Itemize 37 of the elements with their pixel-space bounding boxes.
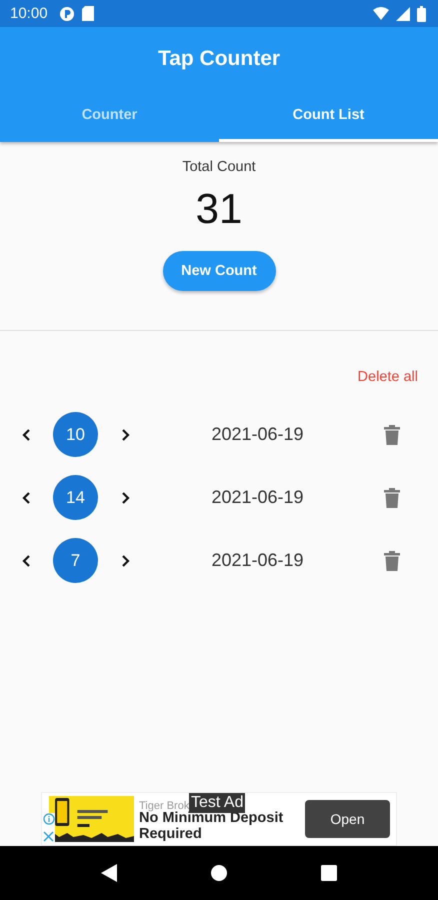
battery-icon [417,6,426,22]
home-icon[interactable] [210,864,228,882]
recents-icon[interactable] [320,865,337,881]
tab[interactable]: Counter [0,90,219,142]
trash-icon[interactable] [384,424,400,444]
count-badge: 10 [53,412,98,457]
wifi-icon [373,6,389,20]
chevron-left-icon[interactable] [21,554,33,568]
chevron-left-icon[interactable] [21,490,33,504]
status-time: 10:00 [10,5,48,22]
ad-headline: No Minimum Deposit Required [139,810,284,842]
signal-icon [396,6,410,20]
notification-icon [58,6,75,22]
count-date: 2021-06-19 [210,550,305,571]
chevron-right-icon[interactable] [119,554,131,568]
total-count-value: 31 [196,185,242,233]
chevron-right-icon[interactable] [119,428,131,442]
delete-all-button[interactable]: Delete all [358,365,418,389]
close-icon[interactable] [43,831,54,842]
total-count-label: Total Count [182,159,256,175]
chevron-right-icon[interactable] [119,490,131,504]
tab[interactable]: Count List [219,90,438,142]
app-title: Tap Counter [156,46,282,72]
open-button[interactable]: Open [305,800,390,838]
info-icon[interactable] [43,813,55,825]
count-badge: 14 [53,475,98,520]
count-badge: 7 [53,538,98,583]
advertiser-name: Tiger Brok [139,800,190,812]
count-date: 2021-06-19 [210,487,305,508]
test-ad-label: Test Ad [189,793,246,813]
sd-card-icon [82,6,94,21]
trash-icon[interactable] [384,550,400,570]
back-icon[interactable] [101,864,118,882]
new-count-button[interactable]: New Count [162,251,276,291]
chevron-left-icon[interactable] [21,428,33,442]
count-date: 2021-06-19 [210,424,305,445]
trash-icon[interactable] [384,488,400,508]
